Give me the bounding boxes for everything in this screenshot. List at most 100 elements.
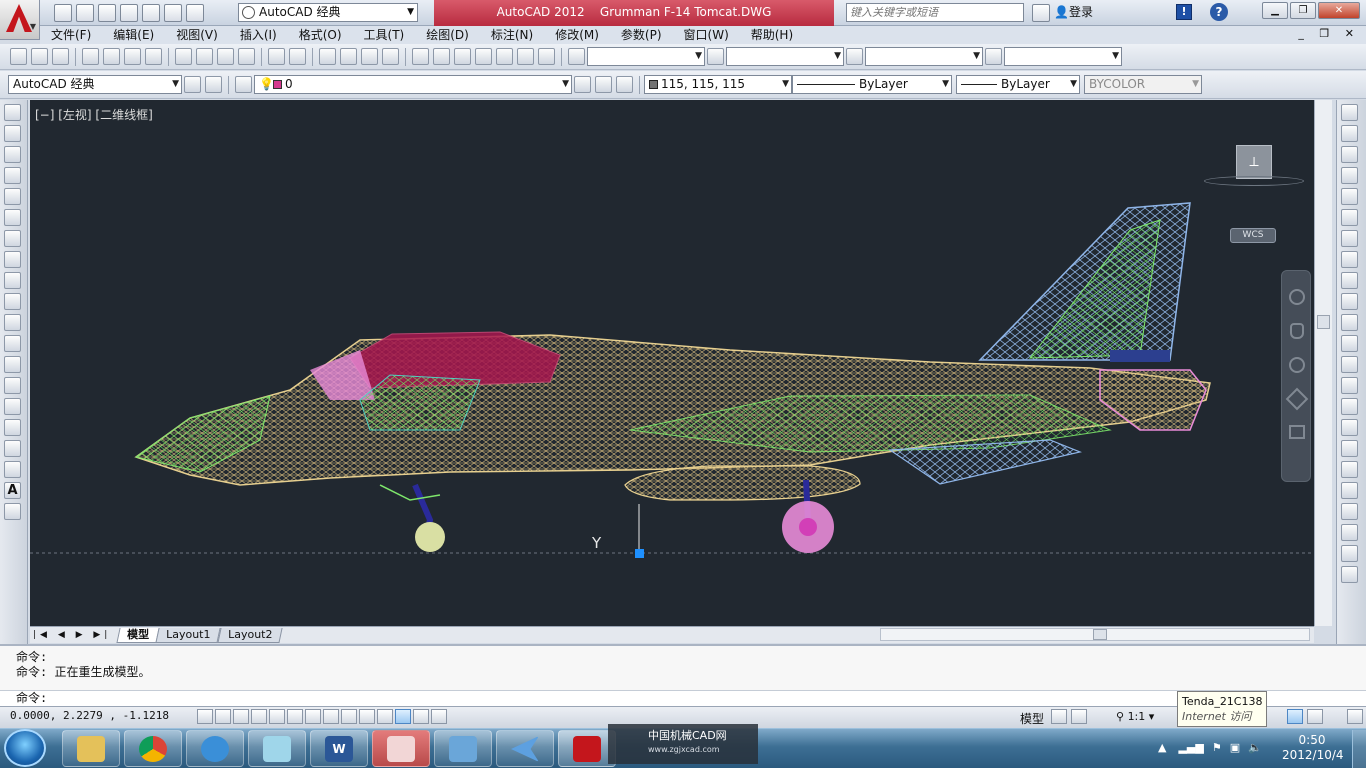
signal-icon[interactable]: ▂▄▆ bbox=[1178, 741, 1203, 754]
menu-edit[interactable]: 编辑(E) bbox=[113, 26, 154, 44]
polar-toggle[interactable] bbox=[269, 709, 285, 724]
fillet-icon[interactable] bbox=[1341, 419, 1358, 436]
blend-curves-icon[interactable] bbox=[1341, 440, 1358, 457]
taskbar-control-panel[interactable] bbox=[434, 730, 492, 767]
table-style-combo[interactable]: ▼ bbox=[865, 47, 983, 66]
draworder-front-icon[interactable] bbox=[1341, 503, 1358, 520]
3dosnap-toggle[interactable] bbox=[305, 709, 321, 724]
vertical-scrollbar[interactable] bbox=[1314, 100, 1332, 626]
zoom-window-icon[interactable] bbox=[361, 48, 378, 65]
workspace-combo[interactable]: AutoCAD 经典 ▼ bbox=[8, 75, 182, 94]
isolate-objects-icon[interactable] bbox=[1307, 709, 1323, 724]
undo-icon[interactable] bbox=[164, 3, 182, 22]
taskbar-snipping-tool[interactable] bbox=[372, 730, 430, 767]
extend-icon[interactable] bbox=[1341, 314, 1358, 331]
quick-view-layouts-icon[interactable] bbox=[1051, 709, 1067, 724]
new-icon[interactable] bbox=[54, 3, 72, 22]
tab-layout1[interactable]: Layout1 bbox=[155, 627, 222, 643]
erase-icon[interactable] bbox=[1341, 104, 1358, 121]
menu-format[interactable]: 格式(O) bbox=[299, 26, 342, 44]
ucs-origin-grip[interactable] bbox=[635, 549, 644, 558]
redo-icon[interactable] bbox=[186, 3, 204, 22]
markup-icon[interactable] bbox=[496, 48, 513, 65]
draworder-back-icon[interactable] bbox=[1341, 524, 1358, 541]
workspace-dropdown[interactable]: AutoCAD 经典 ▼ bbox=[238, 3, 418, 22]
trim-icon[interactable] bbox=[1341, 293, 1358, 310]
qnew-icon[interactable] bbox=[10, 48, 27, 65]
taskbar-notepad[interactable] bbox=[248, 730, 306, 767]
mirror-icon[interactable] bbox=[1341, 146, 1358, 163]
workspace-switching-icon[interactable] bbox=[1287, 709, 1303, 724]
menu-parametric[interactable]: 参数(P) bbox=[621, 26, 662, 44]
table-style-icon[interactable] bbox=[846, 48, 863, 65]
pan-icon[interactable] bbox=[319, 48, 336, 65]
drawing-canvas[interactable]: Y bbox=[30, 100, 1314, 626]
make-block-icon[interactable] bbox=[4, 356, 21, 373]
menu-insert[interactable]: 插入(I) bbox=[240, 26, 277, 44]
viewport-controls-label[interactable]: [−] [左视] [二维线框] bbox=[35, 106, 153, 123]
copy-object-icon[interactable] bbox=[1341, 125, 1358, 142]
layer-state-icon[interactable] bbox=[616, 76, 633, 93]
add-selected-icon[interactable] bbox=[4, 503, 21, 520]
annotation-scale[interactable]: ⚲ 1:1 ▾ bbox=[1116, 710, 1154, 723]
array-icon[interactable] bbox=[1341, 188, 1358, 205]
quick-view-drawings-icon[interactable] bbox=[1071, 709, 1087, 724]
menu-help[interactable]: 帮助(H) bbox=[751, 26, 793, 44]
move-icon[interactable] bbox=[1341, 209, 1358, 226]
open-icon[interactable] bbox=[31, 48, 48, 65]
properties-icon[interactable] bbox=[412, 48, 429, 65]
infer-constraints-toggle[interactable] bbox=[197, 709, 213, 724]
viewcube-ring[interactable] bbox=[1204, 176, 1304, 186]
search-input[interactable]: 键入关键字或短语 bbox=[846, 3, 1024, 22]
clean-screen-icon[interactable] bbox=[1347, 709, 1363, 724]
ellipse-icon[interactable] bbox=[4, 293, 21, 310]
ellipse-arc-icon[interactable] bbox=[4, 314, 21, 331]
document-window-controls[interactable]: _ ❐ ✕ bbox=[1298, 27, 1360, 40]
rotate-icon[interactable] bbox=[1341, 230, 1358, 247]
sheet-set-icon[interactable] bbox=[475, 48, 492, 65]
lineweight-toggle[interactable] bbox=[377, 709, 393, 724]
command-line-input[interactable]: 命令: bbox=[0, 690, 1366, 706]
transparency-toggle[interactable] bbox=[395, 709, 411, 724]
pan-hand-icon[interactable] bbox=[1290, 323, 1304, 339]
offset-icon[interactable] bbox=[1341, 167, 1358, 184]
tool-palettes-icon[interactable] bbox=[454, 48, 471, 65]
insert-block-icon[interactable] bbox=[4, 335, 21, 352]
save-icon[interactable] bbox=[52, 48, 69, 65]
chamfer-icon[interactable] bbox=[1341, 398, 1358, 415]
viewcube[interactable]: ⟂ bbox=[1236, 145, 1272, 179]
show-desktop-button[interactable] bbox=[1352, 730, 1366, 768]
draworder-icon[interactable] bbox=[1341, 482, 1358, 499]
application-menu-button[interactable]: ▼ bbox=[0, 0, 40, 40]
table-icon[interactable] bbox=[4, 461, 21, 478]
tab-layout2[interactable]: Layout2 bbox=[217, 627, 283, 643]
network-icon[interactable]: ▣ bbox=[1230, 741, 1240, 754]
text-above-icon[interactable] bbox=[1341, 545, 1358, 562]
redo-icon[interactable] bbox=[289, 48, 306, 65]
text-style-combo[interactable]: ▼ bbox=[587, 47, 705, 66]
showmotion-icon[interactable] bbox=[1289, 425, 1305, 439]
exchange-icon[interactable]: ! bbox=[1176, 4, 1192, 20]
polyline-icon[interactable] bbox=[4, 146, 21, 163]
menu-window[interactable]: 窗口(W) bbox=[684, 26, 729, 44]
copy-icon[interactable] bbox=[196, 48, 213, 65]
clock[interactable]: 0:50 2012/10/4 bbox=[1282, 733, 1344, 763]
dim-style-combo[interactable]: ▼ bbox=[726, 47, 844, 66]
menu-modify[interactable]: 修改(M) bbox=[555, 26, 599, 44]
otrack-toggle[interactable] bbox=[323, 709, 339, 724]
revcloud-icon[interactable] bbox=[4, 251, 21, 268]
zoom-realtime-icon[interactable] bbox=[340, 48, 357, 65]
explode-icon[interactable] bbox=[1341, 461, 1358, 478]
login-button[interactable]: 👤登录 bbox=[1054, 3, 1093, 21]
stretch-icon[interactable] bbox=[1341, 272, 1358, 289]
selection-cycling-toggle[interactable] bbox=[431, 709, 447, 724]
orbit-icon[interactable] bbox=[1285, 387, 1309, 411]
menu-dimension[interactable]: 标注(N) bbox=[491, 26, 533, 44]
help-icon[interactable] bbox=[538, 48, 555, 65]
steering-wheel-icon[interactable] bbox=[1289, 289, 1305, 305]
binoculars-icon[interactable] bbox=[1032, 4, 1050, 22]
osnap-toggle[interactable] bbox=[287, 709, 303, 724]
snap-toggle[interactable] bbox=[215, 709, 231, 724]
taskbar-word[interactable]: W bbox=[310, 730, 368, 767]
line-icon[interactable] bbox=[4, 104, 21, 121]
